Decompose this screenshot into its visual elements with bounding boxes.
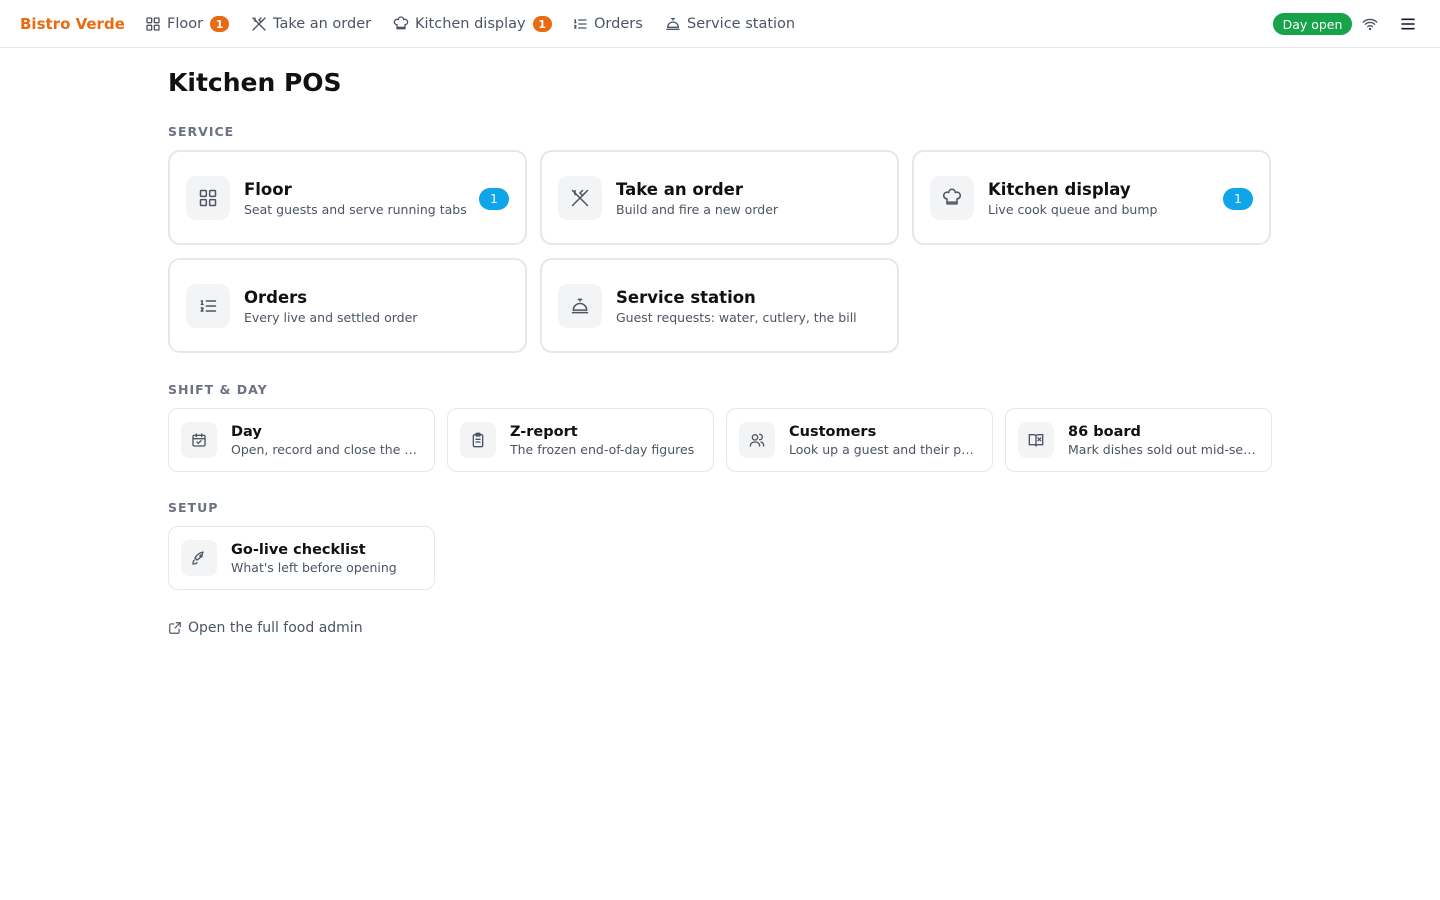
- card-subtitle: Seat guests and serve running tabs: [244, 202, 467, 217]
- card-title: Floor: [244, 180, 292, 199]
- card-subtitle: The frozen end-of-day figures: [510, 442, 695, 457]
- count-badge: 1: [1223, 188, 1253, 210]
- utensils-crossed-icon: [558, 176, 602, 220]
- concierge-bell-icon: [665, 16, 681, 32]
- card-z-report[interactable]: Z-report The frozen end-of-day figures: [447, 408, 714, 472]
- card-subtitle: Mark dishes sold out mid-service: [1068, 442, 1260, 457]
- nav-floor-badge: 1: [210, 16, 230, 32]
- card-go-live-checklist[interactable]: Go-live checklist What's left before ope…: [168, 526, 435, 590]
- card-86-board[interactable]: 86 board Mark dishes sold out mid-servic…: [1005, 408, 1272, 472]
- clipboard-icon: [460, 422, 496, 458]
- nav-orders-label: Orders: [594, 16, 643, 32]
- card-subtitle: Look up a guest and their points: [789, 442, 981, 457]
- list-ordered-icon: [186, 284, 230, 328]
- brand-name[interactable]: Bistro Verde: [20, 14, 125, 34]
- nav-kitchen-display-badge: 1: [532, 16, 552, 32]
- external-link-icon: [169, 622, 181, 634]
- grid-icon: [186, 176, 230, 220]
- section-heading-service: SERVICE: [168, 124, 235, 139]
- card-day[interactable]: Day Open, record and close the day: [168, 408, 435, 472]
- card-subtitle: Open, record and close the day: [231, 442, 423, 457]
- users-icon: [739, 422, 775, 458]
- section-heading-setup: SETUP: [168, 500, 219, 515]
- grid-icon: [145, 16, 161, 32]
- book-x-icon: [1018, 422, 1054, 458]
- card-title: Day: [231, 424, 262, 440]
- card-title: Customers: [789, 424, 877, 440]
- full-food-admin-label: Open the full food admin: [188, 620, 363, 636]
- card-title: Kitchen display: [988, 180, 1131, 199]
- page-title: Kitchen POS: [168, 68, 342, 97]
- wifi-icon: [1362, 16, 1378, 32]
- card-subtitle: Live cook queue and bump: [988, 202, 1158, 217]
- nav-take-order[interactable]: Take an order: [251, 12, 371, 36]
- nav-orders[interactable]: Orders: [572, 12, 643, 36]
- utensils-crossed-icon: [251, 16, 267, 32]
- menu-icon[interactable]: [1400, 16, 1416, 32]
- card-service-station[interactable]: Service station Guest requests: water, c…: [540, 258, 899, 353]
- card-title: 86 board: [1068, 424, 1141, 440]
- card-customers[interactable]: Customers Look up a guest and their poin…: [726, 408, 993, 472]
- card-subtitle: What's left before opening: [231, 560, 397, 575]
- section-heading-shift: SHIFT & DAY: [168, 382, 268, 397]
- top-nav: Bistro Verde Floor 1 Take an order Kitch…: [0, 0, 1440, 48]
- card-title: Go-live checklist: [231, 542, 366, 558]
- full-food-admin-link[interactable]: Open the full food admin: [168, 619, 363, 637]
- card-title: Z-report: [510, 424, 578, 440]
- card-take-order[interactable]: Take an order Build and fire a new order: [540, 150, 899, 245]
- card-title: Orders: [244, 288, 308, 307]
- card-subtitle: Build and fire a new order: [616, 202, 779, 217]
- list-ordered-icon: [572, 16, 588, 32]
- nav-kitchen-display[interactable]: Kitchen display 1: [393, 12, 552, 36]
- nav-floor-label: Floor: [167, 16, 204, 32]
- card-title: Take an order: [616, 180, 743, 199]
- concierge-bell-icon: [558, 284, 602, 328]
- nav-kitchen-display-label: Kitchen display: [415, 16, 526, 32]
- card-subtitle: Every live and settled order: [244, 310, 418, 325]
- rocket-icon: [181, 540, 217, 576]
- card-title: Service station: [616, 288, 756, 307]
- card-floor[interactable]: Floor Seat guests and serve running tabs…: [168, 150, 527, 245]
- count-badge: 1: [479, 188, 509, 210]
- calendar-check-icon: [181, 422, 217, 458]
- nav-take-order-label: Take an order: [273, 16, 372, 32]
- nav-service-station-label: Service station: [687, 16, 796, 32]
- card-subtitle: Guest requests: water, cutlery, the bill: [616, 310, 857, 325]
- day-status-badge[interactable]: Day open: [1273, 13, 1352, 35]
- chef-hat-icon: [930, 176, 974, 220]
- nav-service-station[interactable]: Service station: [665, 12, 795, 36]
- card-orders[interactable]: Orders Every live and settled order: [168, 258, 527, 353]
- chef-hat-icon: [393, 16, 409, 32]
- nav-floor[interactable]: Floor 1: [145, 12, 230, 36]
- card-kitchen-display[interactable]: Kitchen display Live cook queue and bump…: [912, 150, 1271, 245]
